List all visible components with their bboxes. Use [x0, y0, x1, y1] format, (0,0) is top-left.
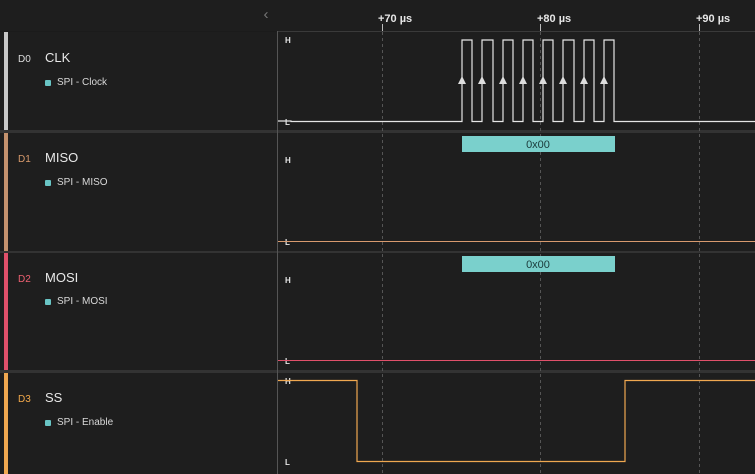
level-low-label: L — [285, 118, 290, 127]
clock-edge-arrow-icon — [499, 76, 507, 84]
level-low-label: L — [285, 238, 290, 247]
clock-edge-arrow-icon — [580, 76, 588, 84]
mosi-decoded-value: 0x00 — [526, 259, 550, 271]
miso-decoded-value: 0x00 — [526, 139, 550, 151]
level-high-label: H — [285, 276, 291, 285]
level-high-label: H — [285, 156, 291, 165]
ss-waveform — [278, 379, 755, 463]
level-low-label: L — [285, 357, 290, 366]
level-low-label: L — [285, 458, 290, 467]
clock-edge-arrow-icon — [519, 76, 527, 84]
level-high-label: H — [285, 36, 291, 45]
level-high-label: H — [285, 377, 291, 386]
clock-edge-arrow-icon — [458, 76, 466, 84]
clock-edge-arrow-icon — [478, 76, 486, 84]
waveform-canvas[interactable]: H L H L H L H L 0x00 0x00 — [0, 0, 755, 474]
clock-edge-arrow-icon — [600, 76, 608, 84]
clock-edge-arrow-icon — [559, 76, 567, 84]
clk-waveform — [278, 39, 755, 123]
